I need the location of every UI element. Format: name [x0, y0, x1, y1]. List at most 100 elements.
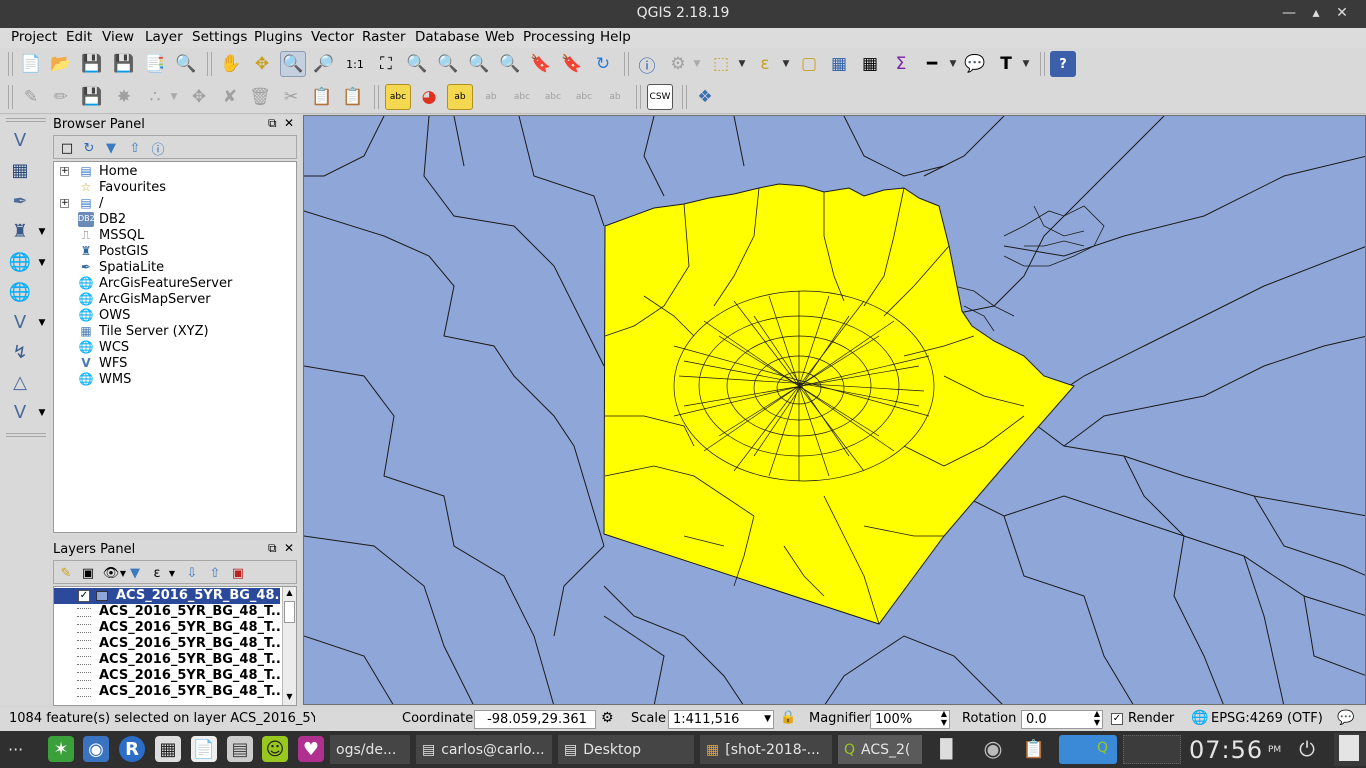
new-shapefile-layer-icon[interactable]: △ [6, 369, 34, 395]
node-tool-icon[interactable]: ∴ [142, 84, 168, 110]
browser-icon[interactable]: ◉ [83, 736, 109, 762]
toolbar-handle[interactable] [207, 52, 212, 76]
browser-item-db2[interactable]: DB2 DB2 [54, 212, 294, 228]
menu-raster[interactable]: Raster [360, 28, 408, 48]
deselect-features-icon[interactable]: ▢ [796, 51, 822, 77]
pin-labels-icon[interactable]: ab [478, 84, 504, 110]
add-wfs-layer-icon[interactable]: V [6, 309, 34, 335]
whats-this-help-icon[interactable]: ? [1050, 51, 1076, 77]
statistical-summary-icon[interactable]: Σ [888, 51, 914, 77]
layer-labeling-options-icon[interactable]: abc [385, 84, 411, 110]
zoom-to-selection-icon[interactable]: 🔍 [404, 51, 430, 77]
app-launcher-icon[interactable]: ♥ [298, 736, 324, 762]
new-virtual-layer-icon[interactable]: V [6, 399, 34, 425]
maximize-icon[interactable]: ▴ [1305, 2, 1327, 24]
save-project-icon[interactable]: 💾 [79, 51, 105, 77]
task-item[interactable]: ▤ Desktop [558, 735, 694, 764]
task-item-active[interactable]: Q ACS_2( [838, 735, 922, 764]
menu-plugins[interactable]: Plugins [252, 28, 304, 48]
layer-row[interactable]: ACS_2016_5YR_BG_48_T... [54, 684, 286, 700]
crs-globe-icon[interactable]: 🌐 [1191, 710, 1208, 726]
toolbar-handle[interactable] [624, 52, 629, 76]
chevron-down-icon[interactable]: ▼ [169, 84, 179, 110]
chevron-down-icon[interactable]: ▼ [162, 563, 182, 583]
toolbar-handle[interactable] [6, 433, 46, 437]
browser-item-favourites[interactable]: ☆ Favourites [54, 180, 294, 196]
cut-features-icon[interactable]: ✂ [278, 84, 304, 110]
clipboard-icon[interactable]: 📋 [1021, 736, 1047, 762]
magnifier-field[interactable]: 100% ▲ ▼ [870, 709, 950, 729]
chevron-down-icon[interactable]: ▼ [764, 711, 771, 728]
add-group-icon[interactable]: ▣ [78, 563, 98, 583]
layer-row[interactable]: ACS_2016_5YR_BG_48_T... [54, 604, 286, 620]
menu-vector[interactable]: Vector [309, 28, 356, 48]
app-menu-dots[interactable]: ··· [8, 735, 23, 764]
volume-icon[interactable]: ◉ [980, 736, 1006, 762]
layers-scrollbar[interactable]: ▲ ▼ [282, 587, 296, 705]
task-item[interactable]: ogs/de... [330, 735, 410, 764]
menu-project[interactable]: Project [9, 28, 59, 48]
properties-icon[interactable]: ⓘ [148, 138, 168, 158]
task-item[interactable]: ▦ [shot-2018-... [700, 735, 832, 764]
browser-item-wfs[interactable]: V WFS [54, 356, 294, 372]
toolbar-handle[interactable] [374, 85, 379, 109]
pan-map-icon[interactable]: ✋ [218, 51, 244, 77]
select-features-icon[interactable]: ⬚ [708, 51, 734, 77]
clock-time[interactable]: 07:56 [1189, 735, 1263, 764]
spin-arrows-icon[interactable]: ▲ ▼ [941, 709, 947, 727]
menu-settings[interactable]: Settings [190, 28, 249, 48]
select-by-expression-icon[interactable]: ε [752, 51, 778, 77]
browser-item-arcgisfeatureserver[interactable]: 🌐 ArcGisFeatureServer [54, 276, 294, 292]
menu-view[interactable]: View [100, 28, 136, 48]
new-print-composer-icon[interactable]: 📑 [142, 51, 168, 77]
messages-icon[interactable]: 💬 [1337, 710, 1354, 726]
refresh-icon[interactable]: ↻ [79, 138, 99, 158]
show-bookmarks-icon[interactable]: 🔖 [559, 51, 585, 77]
add-postgis-layer-icon[interactable]: ♜ [6, 218, 34, 244]
pan-to-selection-icon[interactable]: ✥ [249, 51, 275, 77]
close-icon[interactable]: ✕ [284, 116, 294, 130]
scroll-down-icon[interactable]: ▼ [284, 692, 295, 703]
browser-item-tile-server[interactable]: ▦ Tile Server (XYZ) [54, 324, 294, 340]
browser-item-postgis[interactable]: ♜ PostGIS [54, 244, 294, 260]
add-wms-layer-icon[interactable]: 🌐 [6, 249, 34, 275]
copy-features-icon[interactable]: 📋 [309, 84, 335, 110]
collapse-all-icon[interactable]: ⇧ [205, 563, 225, 583]
zoom-out-icon[interactable]: 🔎 [311, 51, 337, 77]
expand-icon[interactable]: + [60, 199, 69, 208]
undock-icon[interactable]: ⧉ [268, 541, 277, 556]
terminal-icon[interactable]: ▦ [155, 736, 181, 762]
network-signal-icon[interactable]: ▉ [934, 736, 960, 762]
browser-item-root[interactable]: + ▤ / [54, 196, 294, 212]
open-project-icon[interactable]: 📂 [48, 51, 74, 77]
browser-item-wms[interactable]: 🌐 WMS [54, 372, 294, 388]
chevron-down-icon[interactable]: ▼ [948, 51, 958, 77]
map-canvas[interactable] [303, 115, 1366, 705]
chevron-down-icon[interactable]: ▼ [1021, 51, 1031, 77]
layer-diagram-options-icon[interactable]: ◕ [416, 84, 442, 110]
browser-item-wcs[interactable]: 🌐 WCS [54, 340, 294, 356]
close-icon[interactable]: ✕ [1331, 2, 1353, 24]
show-desktop-icon[interactable] [1339, 735, 1359, 761]
run-feature-action-icon[interactable]: ⚙ [665, 51, 691, 77]
undock-icon[interactable]: ⧉ [268, 116, 277, 131]
menu-database[interactable]: Database [413, 28, 481, 48]
browser-item-mssql[interactable]: ⎍ MSSQL [54, 228, 294, 244]
layer-styling-icon[interactable]: ✎ [56, 563, 76, 583]
spin-arrows-icon[interactable]: ▲ ▼ [1094, 709, 1100, 727]
zoom-next-icon[interactable]: 🔍 [497, 51, 523, 77]
r-icon[interactable]: R [119, 736, 145, 762]
launcher-icon[interactable]: ✶ [48, 736, 74, 762]
minimize-icon[interactable]: — [1278, 2, 1300, 24]
add-feature-icon[interactable]: ✸ [111, 84, 137, 110]
save-layer-edits-icon[interactable]: 💾 [79, 84, 105, 110]
zoom-to-layer-icon[interactable]: 🔍 [435, 51, 461, 77]
new-project-icon[interactable]: 📄 [18, 51, 44, 77]
chevron-down-icon[interactable]: ▼ [37, 408, 47, 418]
field-calculator-icon[interactable]: ▦ [857, 51, 883, 77]
file-manager-icon[interactable]: ▤ [227, 736, 253, 762]
text-editor-icon[interactable]: 📄 [191, 736, 217, 762]
menu-processing[interactable]: Processing [521, 28, 597, 48]
render-checkbox[interactable]: ✓ [1111, 713, 1123, 725]
add-wcs-layer-icon[interactable]: 🌐 [6, 279, 34, 305]
